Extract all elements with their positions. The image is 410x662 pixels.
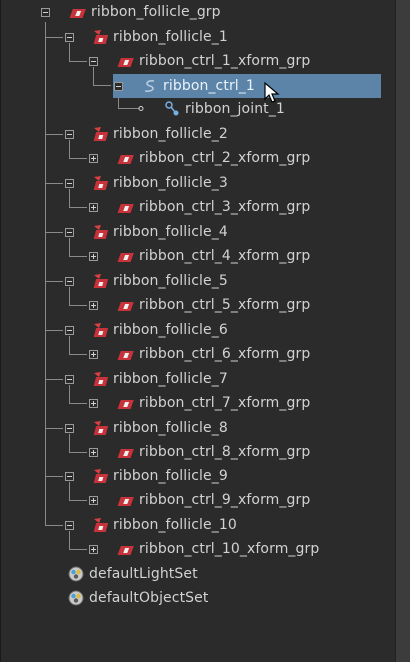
outliner-item[interactable]: ribbon_ctrl_4_xform_grp xyxy=(117,244,310,268)
outliner-item[interactable]: ribbon_follicle_1 xyxy=(91,25,228,49)
follicle-icon xyxy=(91,223,109,241)
item-label: defaultLightSet xyxy=(89,566,198,582)
item-label: ribbon_follicle_5 xyxy=(113,273,228,289)
follicle-icon xyxy=(91,516,109,534)
follicle-icon xyxy=(91,467,109,485)
outliner-item[interactable]: ribbon_follicle_4 xyxy=(91,220,228,244)
transform-group-icon xyxy=(117,52,135,70)
item-label: ribbon_ctrl_4_xform_grp xyxy=(139,248,311,264)
collapse-toggle[interactable] xyxy=(89,57,98,66)
expand-toggle[interactable] xyxy=(89,545,98,554)
transform-group-icon xyxy=(117,345,135,363)
expand-toggle[interactable] xyxy=(89,301,98,310)
object-set-icon xyxy=(67,589,85,607)
item-label: ribbon_follicle_7 xyxy=(113,371,228,387)
collapse-toggle[interactable] xyxy=(114,82,123,91)
transform-group-icon xyxy=(117,491,135,509)
follicle-icon xyxy=(91,272,109,290)
follicle-icon xyxy=(91,321,109,339)
outliner-item[interactable]: defaultObjectSet xyxy=(67,586,208,610)
joint-icon xyxy=(163,100,181,118)
outliner-item[interactable]: ribbon_ctrl_5_xform_grp xyxy=(117,293,310,317)
item-label: ribbon_ctrl_9_xform_grp xyxy=(139,492,311,508)
outliner-item[interactable]: ribbon_ctrl_10_xform_grp xyxy=(117,537,319,561)
follicle-icon xyxy=(91,370,109,388)
item-label: ribbon_ctrl_8_xform_grp xyxy=(139,444,311,460)
transform-group-icon xyxy=(69,3,87,21)
object-set-icon xyxy=(67,565,85,583)
outliner-item[interactable]: ribbon_follicle_9 xyxy=(91,464,228,488)
transform-group-icon xyxy=(117,443,135,461)
transform-group-icon xyxy=(117,247,135,265)
item-label: ribbon_follicle_grp xyxy=(91,4,221,20)
outliner-item[interactable]: ribbon_follicle_grp xyxy=(69,0,221,24)
follicle-icon xyxy=(91,419,109,437)
outliner-panel: ribbon_follicle_grp ribbon_follicle_1 ri… xyxy=(0,0,410,662)
outliner-item[interactable]: ribbon_follicle_8 xyxy=(91,416,228,440)
transform-group-icon xyxy=(117,198,135,216)
collapse-toggle[interactable] xyxy=(65,521,74,530)
item-label: ribbon_ctrl_1_xform_grp xyxy=(139,53,311,69)
item-label: ribbon_ctrl_2_xform_grp xyxy=(139,150,311,166)
expand-toggle[interactable] xyxy=(89,252,98,261)
follicle-icon xyxy=(91,174,109,192)
collapse-toggle[interactable] xyxy=(65,326,74,335)
collapse-toggle[interactable] xyxy=(65,179,74,188)
item-label: ribbon_follicle_4 xyxy=(113,224,228,240)
expand-toggle[interactable] xyxy=(89,350,98,359)
expand-toggle[interactable] xyxy=(89,154,98,163)
transform-group-icon xyxy=(117,540,135,558)
outliner-item[interactable]: ribbon_follicle_6 xyxy=(91,318,228,342)
outliner-item[interactable]: ribbon_follicle_3 xyxy=(91,171,228,195)
collapse-toggle[interactable] xyxy=(41,8,50,17)
outliner-item[interactable]: ribbon_ctrl_3_xform_grp xyxy=(117,195,310,219)
outliner-item[interactable]: ribbon_ctrl_1_xform_grp xyxy=(117,49,310,73)
collapse-toggle[interactable] xyxy=(65,472,74,481)
outliner-item-selected[interactable]: ribbon_ctrl_1 xyxy=(141,74,255,98)
outliner-item[interactable]: ribbon_follicle_10 xyxy=(91,513,237,537)
collapse-toggle[interactable] xyxy=(65,424,74,433)
collapse-toggle[interactable] xyxy=(65,228,74,237)
item-label: ribbon_follicle_9 xyxy=(113,468,228,484)
item-label: ribbon_ctrl_7_xform_grp xyxy=(139,395,311,411)
transform-group-icon xyxy=(117,296,135,314)
outliner-item[interactable]: ribbon_ctrl_6_xform_grp xyxy=(117,342,310,366)
transform-group-icon xyxy=(117,149,135,167)
nurbs-curve-icon xyxy=(141,77,159,95)
outliner-item[interactable]: ribbon_ctrl_9_xform_grp xyxy=(117,488,310,512)
collapse-toggle[interactable] xyxy=(65,277,74,286)
expand-toggle[interactable] xyxy=(89,203,98,212)
item-label: ribbon_ctrl_3_xform_grp xyxy=(139,199,311,215)
item-label: ribbon_ctrl_6_xform_grp xyxy=(139,346,311,362)
collapse-toggle[interactable] xyxy=(65,130,74,139)
item-label: ribbon_follicle_2 xyxy=(113,126,228,142)
item-label: ribbon_follicle_6 xyxy=(113,322,228,338)
item-label: ribbon_follicle_8 xyxy=(113,420,228,436)
collapse-toggle[interactable] xyxy=(65,33,74,42)
follicle-icon xyxy=(91,28,109,46)
expand-toggle[interactable] xyxy=(89,496,98,505)
outliner-item[interactable]: ribbon_follicle_7 xyxy=(91,367,228,391)
outliner-item[interactable]: ribbon_ctrl_2_xform_grp xyxy=(117,146,310,170)
collapse-toggle[interactable] xyxy=(65,375,74,384)
item-label: ribbon_ctrl_1 xyxy=(163,78,255,94)
outliner-item[interactable]: ribbon_ctrl_7_xform_grp xyxy=(117,391,310,415)
outliner-item[interactable]: ribbon_follicle_2 xyxy=(91,122,228,146)
item-label: ribbon_follicle_3 xyxy=(113,175,228,191)
item-label: defaultObjectSet xyxy=(89,590,209,606)
outliner-item[interactable]: ribbon_follicle_5 xyxy=(91,269,228,293)
follicle-icon xyxy=(91,125,109,143)
mouse-cursor-icon xyxy=(264,82,280,103)
expand-toggle[interactable] xyxy=(89,448,98,457)
outliner-item[interactable]: ribbon_ctrl_8_xform_grp xyxy=(117,440,310,464)
outliner-item[interactable]: defaultLightSet xyxy=(67,562,198,586)
item-label: ribbon_ctrl_5_xform_grp xyxy=(139,297,311,313)
expand-toggle[interactable] xyxy=(89,399,98,408)
item-label: ribbon_follicle_10 xyxy=(113,517,237,533)
transform-group-icon xyxy=(117,394,135,412)
item-label: ribbon_ctrl_10_xform_grp xyxy=(139,541,320,557)
scrollbar-track[interactable] xyxy=(395,0,410,662)
item-label: ribbon_follicle_1 xyxy=(113,29,228,45)
